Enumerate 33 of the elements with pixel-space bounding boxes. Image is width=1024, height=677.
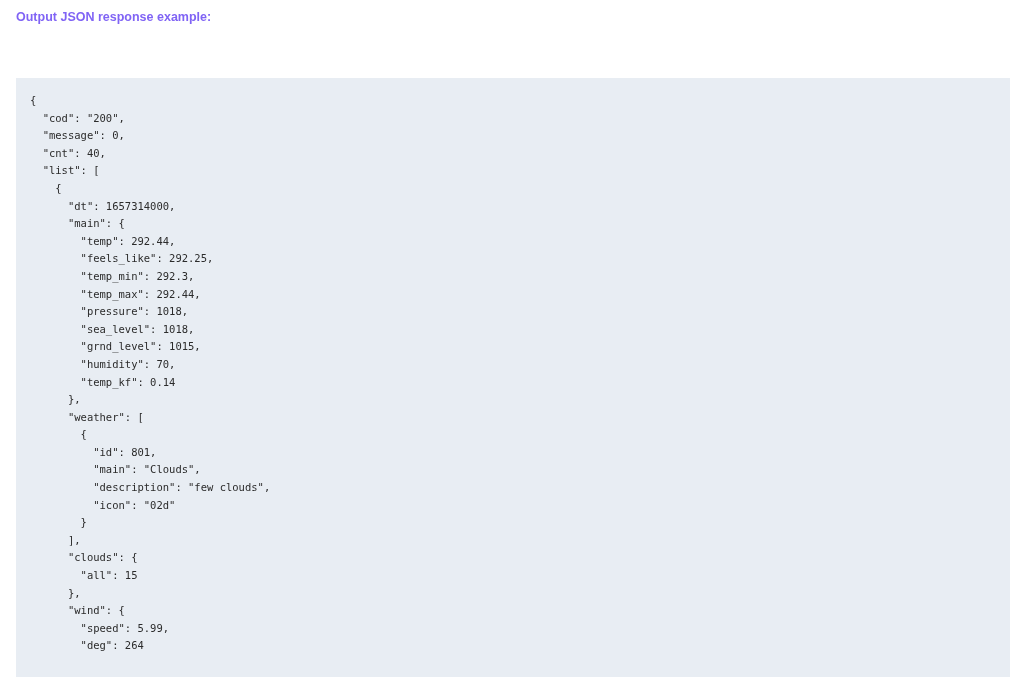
code-line: "cod": "200", (41, 110, 125, 126)
code-line: "wind": { (66, 603, 125, 619)
code-line: { (79, 427, 87, 443)
section-heading: Output JSON response example: (16, 10, 213, 26)
code-line: "all": 15 (79, 568, 138, 584)
code-line: "weather": [ (66, 409, 144, 425)
code-line: "temp_kf": 0.14 (79, 374, 176, 391)
code-line: "humidity": 70, (79, 356, 176, 372)
code-line: "list": [ (41, 163, 100, 179)
code-line: "description": "few clouds", (92, 480, 271, 496)
code-line: }, (66, 392, 81, 408)
code-line: "temp_min": 292.3, (79, 268, 195, 285)
code-line: } (79, 515, 87, 531)
code-line: "temp": 292.44, (79, 233, 176, 249)
code-line: "temp_max": 292.44, (79, 286, 201, 303)
code-line: "cnt": 40, (41, 145, 106, 161)
code-line: "feels_like": 292.25, (79, 251, 214, 267)
code-line: "speed": 5.99, (79, 620, 170, 636)
code-line: "id": 801, (92, 444, 157, 460)
code-line: "pressure": 1018, (79, 304, 189, 320)
code-line: ], (66, 532, 81, 548)
code-line: "main": { (66, 216, 125, 232)
code-line: "clouds": { (66, 550, 138, 566)
code-line: "sea_level": 1018, (79, 321, 195, 338)
code-line: { (30, 93, 37, 108)
code-line: { (54, 180, 62, 196)
code-line: "grnd_level": 1015, (79, 339, 201, 355)
code-line: }, (66, 585, 81, 601)
code-line: "dt": 1657314000, (66, 198, 176, 214)
code-line: "message": 0, (41, 128, 125, 144)
code-line: "main": "Clouds", (92, 462, 201, 478)
code-line: "deg": 264 (79, 638, 144, 654)
code-line: "icon": "02d" (92, 497, 176, 513)
